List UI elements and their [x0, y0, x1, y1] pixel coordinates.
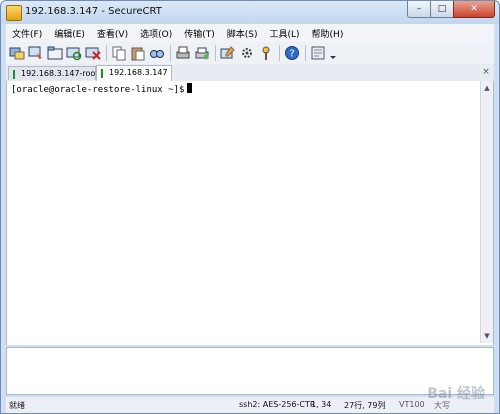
- terminal-cursor: [187, 83, 193, 93]
- copy-icon[interactable]: [111, 45, 127, 61]
- svg-text:?: ?: [289, 49, 294, 60]
- menu-edit[interactable]: 编辑(E): [48, 27, 91, 40]
- status-cipher: ssh2: AES-256-CTR: [239, 400, 316, 409]
- tab-status-icon: [13, 70, 15, 79]
- command-window[interactable]: [6, 347, 494, 395]
- terminal-view[interactable]: [oracle@oracle-restore-linux ~]$ ▲ ▼: [6, 81, 494, 345]
- reconnect-icon[interactable]: [66, 45, 82, 61]
- menu-view[interactable]: 查看(V): [91, 27, 134, 40]
- menu-help[interactable]: 帮助(H): [306, 27, 350, 40]
- toolbar: ?: [6, 42, 494, 64]
- watermark-logo: Bai 经验: [427, 386, 485, 402]
- terminal-scrollbar[interactable]: ▲ ▼: [480, 81, 493, 343]
- toolbar-separator: [106, 45, 107, 61]
- session-tab-strip: 192.168.3.147-root 192.168.3.147 ×: [6, 64, 494, 82]
- menu-script[interactable]: 脚本(S): [221, 27, 264, 40]
- keymap-icon[interactable]: [258, 45, 274, 61]
- print-icon[interactable]: [175, 45, 191, 61]
- menu-options[interactable]: 选项(O): [134, 27, 178, 40]
- connect-tab-icon[interactable]: [47, 45, 63, 61]
- maximize-button[interactable]: □: [430, 1, 453, 18]
- toolbar-separator: [305, 45, 306, 61]
- window-title: 192.168.3.147 - SecureCRT: [25, 6, 162, 17]
- securecrt-app-icon: [6, 5, 22, 21]
- menu-transfer[interactable]: 传输(T): [178, 27, 221, 40]
- log-icon[interactable]: [310, 45, 326, 61]
- tab-status-icon: [101, 69, 103, 78]
- connect-icon[interactable]: [9, 45, 25, 61]
- menu-tools[interactable]: 工具(L): [264, 27, 306, 40]
- status-rows-cols: 27行, 79列: [344, 401, 386, 410]
- help-icon[interactable]: ?: [284, 45, 300, 61]
- securecrt-window: 192.168.3.147 - SecureCRT – □ ✕ 文件(F) 编辑…: [0, 0, 500, 414]
- close-button[interactable]: ✕: [453, 1, 495, 18]
- menu-file[interactable]: 文件(F): [6, 27, 48, 40]
- tab-label: 192.168.3.147-root: [21, 69, 99, 78]
- toolbar-separator: [215, 45, 216, 61]
- title-bar[interactable]: 192.168.3.147 - SecureCRT – □ ✕: [1, 1, 499, 24]
- tab-session-active[interactable]: 192.168.3.147: [96, 65, 172, 81]
- quick-connect-icon[interactable]: [28, 45, 44, 61]
- paste-icon[interactable]: [130, 45, 146, 61]
- toolbar-separator: [279, 45, 280, 61]
- scroll-up-icon[interactable]: ▲: [482, 82, 492, 94]
- minimize-button[interactable]: –: [407, 1, 430, 18]
- session-options-icon[interactable]: [220, 45, 236, 61]
- disconnect-icon[interactable]: [85, 45, 101, 61]
- close-tab-icon[interactable]: ×: [480, 66, 492, 79]
- status-terminal-type: VT100: [399, 400, 425, 409]
- terminal-prompt: [oracle@oracle-restore-linux ~]$: [11, 83, 193, 95]
- print-setup-icon[interactable]: [194, 45, 210, 61]
- menu-bar: 文件(F) 编辑(E) 查看(V) 选项(O) 传输(T) 脚本(S) 工具(L…: [6, 24, 494, 42]
- toolbar-separator: [170, 45, 171, 61]
- scroll-down-icon[interactable]: ▼: [482, 330, 492, 342]
- tab-label: 192.168.3.147: [109, 68, 168, 77]
- status-bar: 就绪 ssh2: AES-256-CTR 1, 34 27行, 79列 VT10…: [6, 397, 494, 413]
- toolbar-overflow-icon[interactable]: [329, 45, 337, 61]
- status-ready: 就绪: [9, 401, 25, 410]
- status-cursor-position: 1, 34: [311, 400, 332, 409]
- tab-session-root[interactable]: 192.168.3.147-root: [8, 66, 99, 80]
- find-icon[interactable]: [149, 45, 165, 61]
- global-options-icon[interactable]: [239, 45, 255, 61]
